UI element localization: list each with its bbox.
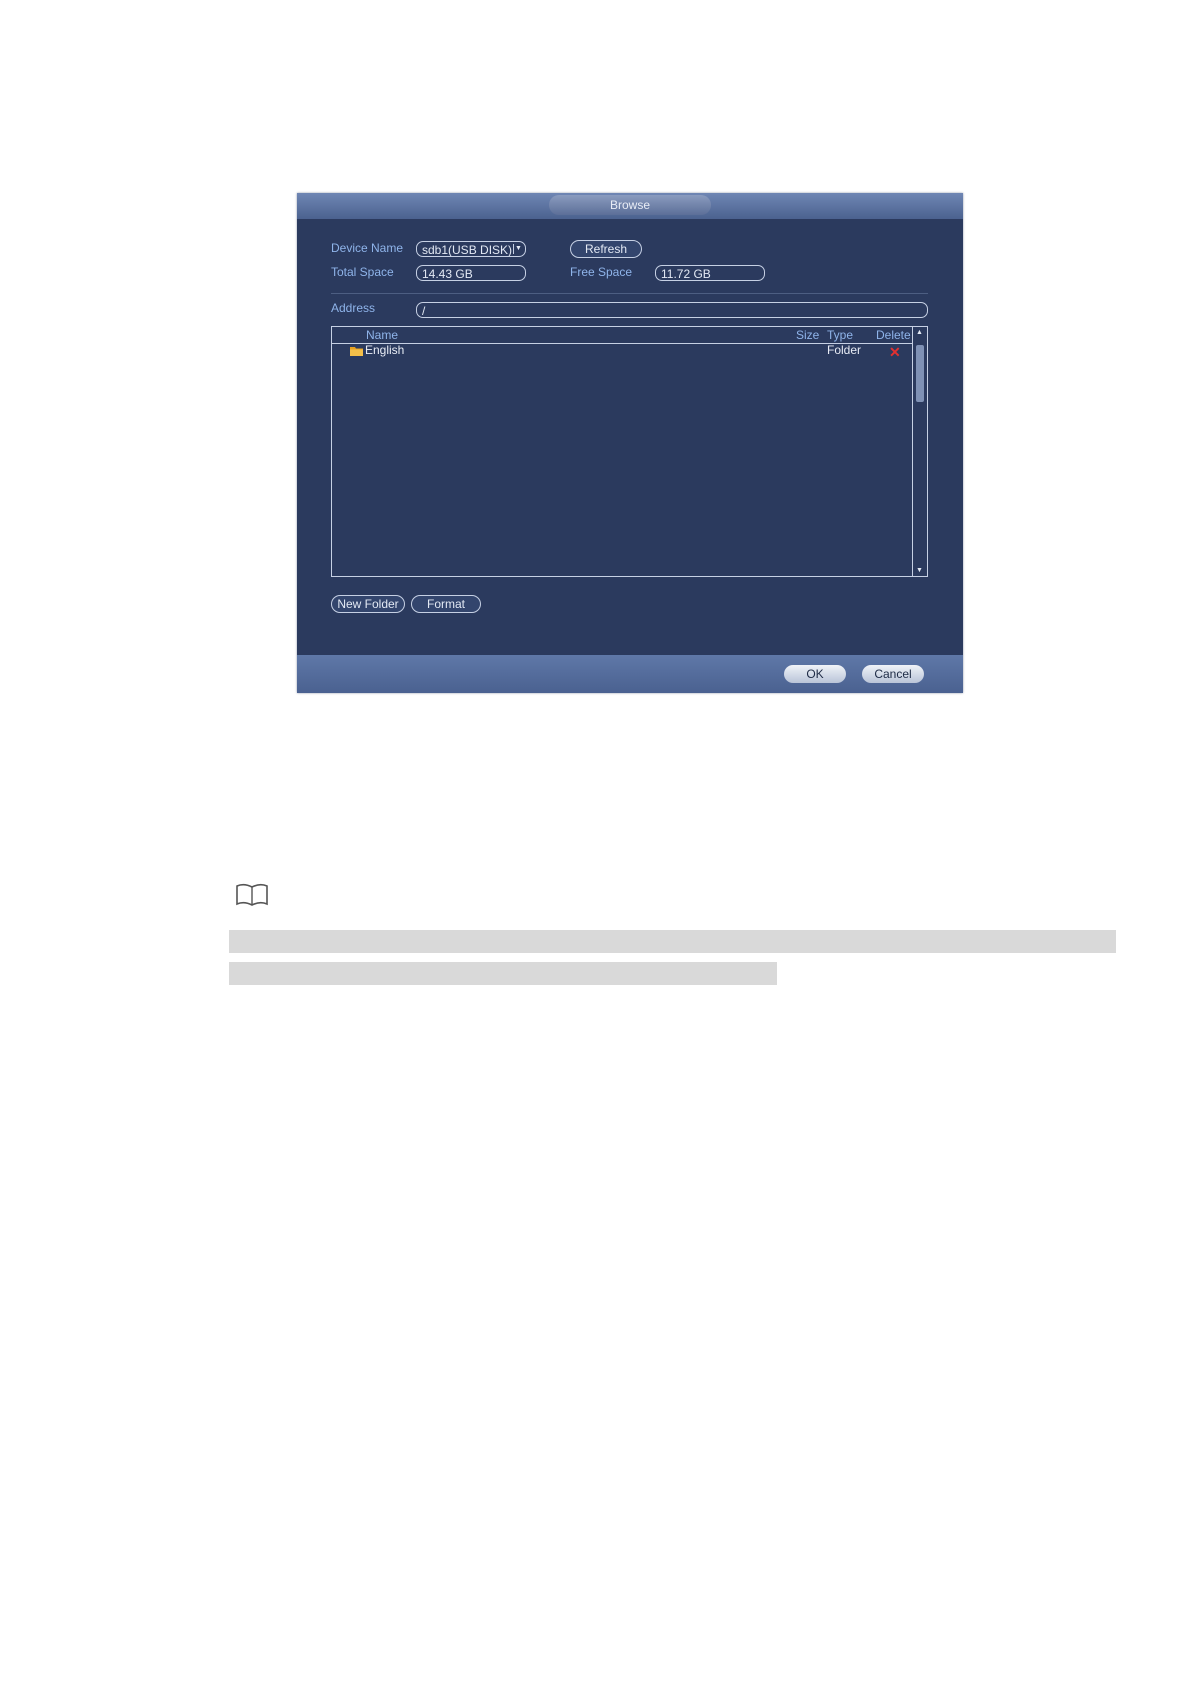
browse-dialog: Browse Device Name sdb1(USB DISK) ▼ Refr… xyxy=(297,193,963,693)
dialog-title: Browse xyxy=(549,195,711,215)
address-label: Address xyxy=(331,301,376,315)
total-space-value: 14.43 GB xyxy=(416,265,526,281)
divider xyxy=(331,293,928,294)
total-space-label: Total Space xyxy=(331,265,394,279)
file-type: Folder xyxy=(827,343,862,357)
cancel-button[interactable]: Cancel xyxy=(862,665,924,683)
column-header-name[interactable]: Name xyxy=(366,328,398,342)
dialog-footer: OK Cancel xyxy=(297,655,963,693)
scroll-thumb[interactable] xyxy=(916,345,924,402)
free-space-label: Free Space xyxy=(570,265,633,279)
folder-icon xyxy=(350,347,363,356)
free-space-value: 11.72 GB xyxy=(655,265,765,281)
file-name: English xyxy=(365,343,405,357)
device-name-select[interactable]: sdb1(USB DISK) ▼ xyxy=(416,241,526,257)
ok-button[interactable]: OK xyxy=(784,665,846,683)
scroll-up-icon[interactable]: ▲ xyxy=(916,329,923,336)
delete-x-icon[interactable]: ✕ xyxy=(889,345,901,359)
refresh-button[interactable]: Refresh xyxy=(570,240,642,258)
column-header-delete[interactable]: Delete xyxy=(876,328,911,342)
header-divider xyxy=(332,343,912,344)
scrollbar[interactable]: ▲ ▼ xyxy=(912,327,927,576)
format-button[interactable]: Format xyxy=(411,595,481,613)
device-name-label: Device Name xyxy=(331,241,404,255)
column-header-size[interactable]: Size xyxy=(796,328,819,342)
scroll-down-icon[interactable]: ▼ xyxy=(916,567,923,574)
new-folder-button[interactable]: New Folder xyxy=(331,595,405,613)
device-name-value: sdb1(USB DISK) xyxy=(422,243,513,257)
note-highlight-line-1 xyxy=(229,930,1116,953)
address-input[interactable]: / xyxy=(416,302,928,318)
column-header-type[interactable]: Type xyxy=(827,328,853,342)
dialog-titlebar: Browse xyxy=(297,193,963,219)
book-note-icon xyxy=(236,883,268,906)
chevron-down-icon[interactable]: ▼ xyxy=(513,244,523,254)
note-highlight-line-2 xyxy=(229,962,777,985)
file-list: Name Size Type Delete English Folder ✕ ▲… xyxy=(331,326,928,577)
